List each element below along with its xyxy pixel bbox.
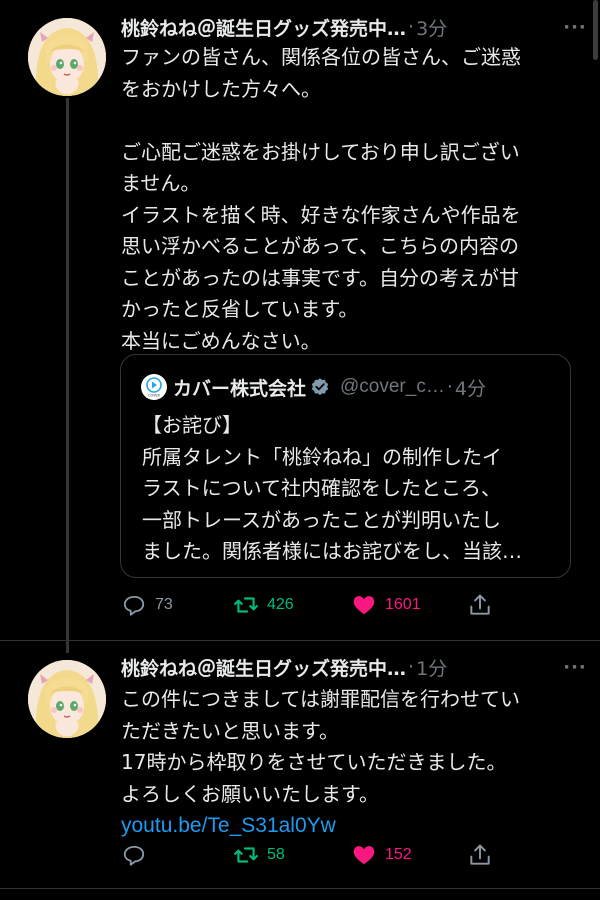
tweet-text-line: をおかけした方々へ。 <box>121 76 321 101</box>
timestamp[interactable]: 1分 <box>416 654 447 681</box>
more-options-button[interactable]: ··· <box>560 652 590 682</box>
reply-button[interactable] <box>121 840 155 870</box>
retweet-button[interactable]: 426 <box>233 590 294 620</box>
share-icon <box>470 594 490 615</box>
timestamp[interactable]: 3分 <box>416 14 447 41</box>
tweet-text-line: 本当にごめんなさい。 <box>121 328 321 353</box>
avatar-image <box>28 18 106 96</box>
reply-button[interactable]: 73 <box>121 590 173 620</box>
author-name[interactable]: 桃鈴ねね＠誕生日グッズ発売中… <box>121 14 406 41</box>
more-icon: ··· <box>563 16 587 38</box>
quoted-author-name: カバー株式会社 <box>173 377 307 400</box>
tweet-text-line: ファンの皆さん、関係各位の皆さん、ご迷惑 <box>121 45 521 69</box>
tweet-header: 桃鈴ねね＠誕生日グッズ発売中… · 1分 <box>121 652 560 682</box>
tweet-divider <box>0 640 600 641</box>
quoted-tweet-card[interactable]: COVER カバー株式会社 @cover_c… · 4分 【お詫び】 所属タレン… <box>120 354 571 578</box>
tweet-text-line: ご心配ご迷惑をお掛けしており申し訳ござい <box>121 139 520 164</box>
youtube-link[interactable]: youtu.be/Te_S31al0Yw <box>121 810 582 842</box>
tweet[interactable]: 桃鈴ねね＠誕生日グッズ発売中… · 1分 ··· この件につきましては謝罪配信を… <box>0 640 600 890</box>
tweet-text-line <box>121 105 582 137</box>
quoted-timestamp: 4分 <box>454 377 486 400</box>
reply-icon <box>123 845 145 866</box>
quoted-author-handle: @cover_c… <box>340 376 445 397</box>
tweet-text-line: 思い浮かべることがあって、こちらの内容の <box>121 234 519 258</box>
like-count: 152 <box>385 846 412 863</box>
reply-icon <box>123 595 145 616</box>
quoted-tweet-header: COVER カバー株式会社 @cover_c… · 4分 <box>141 372 486 402</box>
separator-dot: · <box>446 376 453 398</box>
like-button[interactable]: 1601 <box>351 590 421 620</box>
quoted-text-line: 一部トレースがあったことが判明いたし <box>142 507 501 532</box>
tweet-text-line: ことがあったのは事実です。自分の考えが甘 <box>121 265 519 290</box>
like-count: 1601 <box>385 596 421 613</box>
tweet-divider <box>0 888 600 900</box>
quoted-text-line: ました。関係者様にはお詫びをし、当該… <box>142 539 522 563</box>
avatar[interactable] <box>28 660 106 738</box>
heart-icon <box>353 596 375 615</box>
quoted-tweet-text: 【お詫び】 所属タレント「桃鈴ねね」の制作したイ ラストについて社内確認をしたと… <box>142 410 556 568</box>
retweet-icon <box>234 847 258 863</box>
verified-badge-icon <box>311 378 329 396</box>
retweet-count: 426 <box>267 596 294 613</box>
avatar-image <box>28 660 106 738</box>
tweet-header: 桃鈴ねね＠誕生日グッズ発売中… · 3分 <box>121 12 560 42</box>
tweet-text: ファンの皆さん、関係各位の皆さん、ご迷惑 をおかけした方々へ。 ご心配ご迷惑をお… <box>121 42 582 357</box>
share-button[interactable] <box>467 840 493 870</box>
tweet[interactable]: 桃鈴ねね＠誕生日グッズ発売中… · 3分 ··· ファンの皆さん、関係各位の皆さ… <box>0 0 600 640</box>
more-icon: ··· <box>563 656 587 678</box>
retweet-count: 58 <box>267 846 285 863</box>
tweet-text-line: イラストを描く時、好きな作家さんや作品を <box>121 202 521 227</box>
tweet-text-line: 17時から枠取りをさせていただきました。 <box>121 750 507 774</box>
tweet-text-line: かったと反省しています。 <box>121 297 359 321</box>
share-icon <box>470 844 490 865</box>
tweet-text-line: ません。 <box>121 171 201 195</box>
like-button[interactable]: 152 <box>351 840 412 870</box>
quoted-text-line: 【お詫び】 <box>142 413 242 437</box>
separator-dot: · <box>408 656 415 678</box>
author-name[interactable]: 桃鈴ねね＠誕生日グッズ発売中… <box>121 654 406 681</box>
separator-dot: · <box>408 16 415 38</box>
avatar[interactable] <box>28 18 106 96</box>
retweet-icon <box>234 597 258 613</box>
heart-icon <box>353 846 375 865</box>
retweet-button[interactable]: 58 <box>233 840 285 870</box>
tweet-text-line: ただきたいと思います。 <box>121 718 339 743</box>
cover-logo-text: COVER <box>148 394 160 398</box>
reply-count: 73 <box>155 596 173 613</box>
tweet-actions: 58 152 <box>121 840 491 870</box>
quoted-text-line: 所属タレント「桃鈴ねね」の制作したイ <box>142 444 502 469</box>
tweet-text-line: よろしくお願いいたします。 <box>121 781 379 806</box>
share-button[interactable] <box>467 590 493 620</box>
tweet-text-line: この件につきましては謝罪配信を行わせてい <box>121 687 520 711</box>
cover-logo-icon: COVER <box>141 374 167 400</box>
more-options-button[interactable]: ··· <box>560 12 590 42</box>
tweet-actions: 73 426 1601 <box>121 590 491 620</box>
quoted-text-line: ラストについて社内確認をしたところ、 <box>142 476 501 500</box>
tweet-text: この件につきましては謝罪配信を行わせてい ただきたいと思います。 17時から枠取… <box>121 684 582 842</box>
